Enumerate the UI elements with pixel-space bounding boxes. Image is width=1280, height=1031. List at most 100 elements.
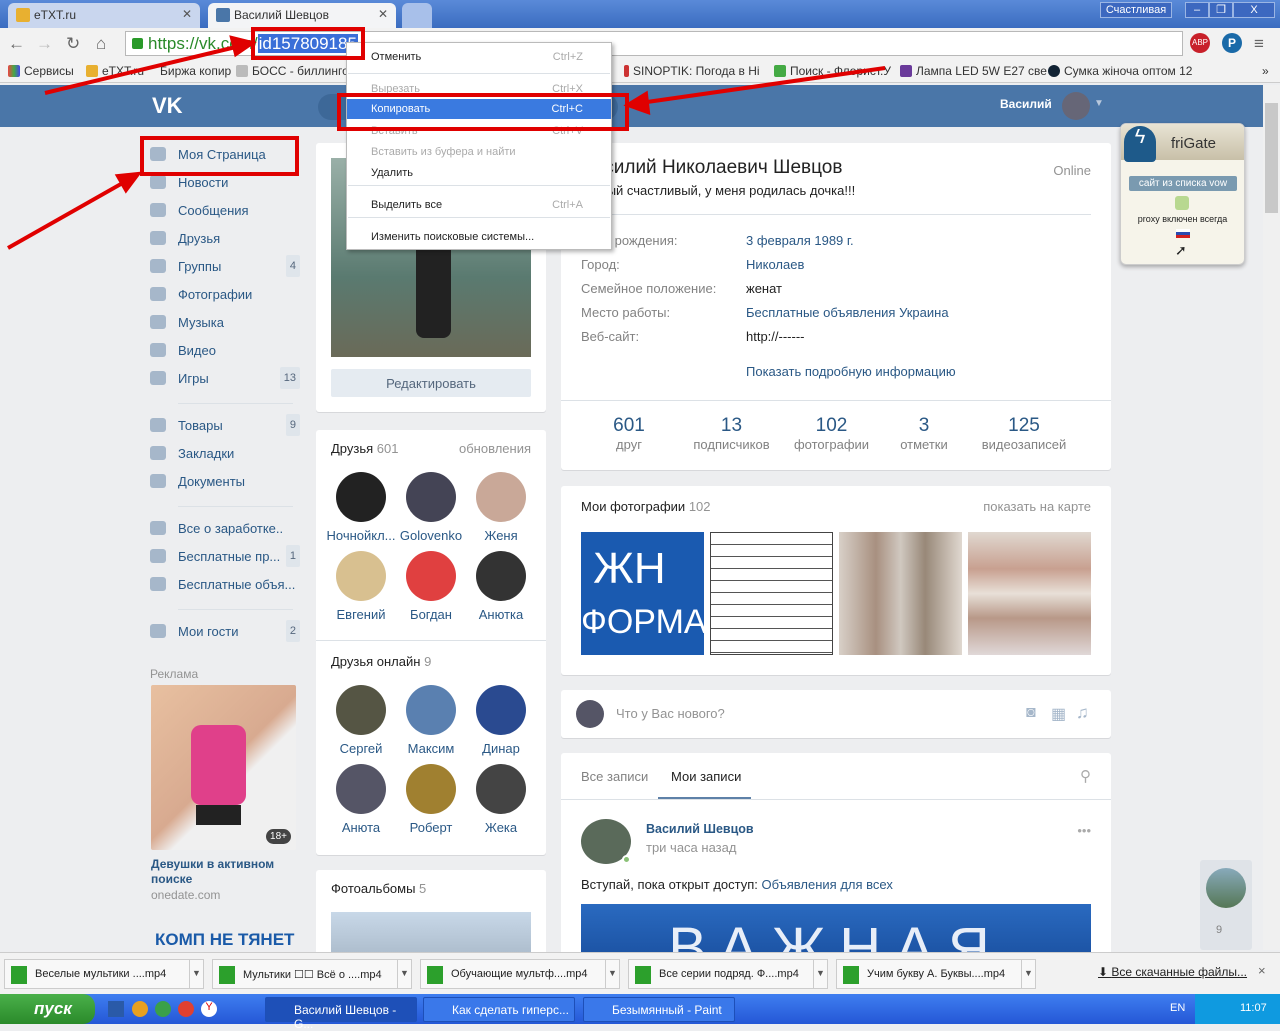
yandex-icon[interactable]: Y [201, 1001, 217, 1017]
friend-item[interactable]: Роберт [396, 764, 466, 835]
sidebar-item[interactable]: Бесплатные пр... 1 [150, 544, 300, 570]
friend-item[interactable]: Динар [466, 685, 536, 756]
stat-item[interactable]: 601 друг [574, 415, 684, 452]
friend-item[interactable]: Сергей [326, 685, 396, 756]
download-menu-chevron-icon[interactable]: ▼ [397, 960, 411, 988]
sidebar-item[interactable]: Закладки [150, 441, 300, 467]
field-value[interactable]: Бесплатные объявления Украина [746, 305, 949, 320]
post-time[interactable]: три часа назад [646, 840, 736, 855]
friend-avatar [476, 472, 526, 522]
friend-item[interactable]: Максим [396, 685, 466, 756]
show-on-map-link[interactable]: показать на карте [983, 499, 1091, 514]
stat-number: 125 [1008, 415, 1040, 436]
friend-name: Максим [407, 741, 455, 756]
sidebar-item[interactable]: Документы [150, 469, 300, 495]
tab-all-posts[interactable]: Все записи [581, 769, 648, 784]
download-item[interactable]: Веселые мультики ....mp4 ▼ [4, 959, 204, 989]
friends-card: Друзья 601 обновления Ночнойкл... Goloven… [316, 430, 546, 855]
friend-item[interactable]: Анютка [466, 551, 536, 622]
search-icon[interactable]: ⚲ [1080, 767, 1091, 785]
red-arrow [639, 66, 886, 105]
stat-item[interactable]: 13 подписчиков [684, 415, 779, 452]
profile-field-row: Веб-сайт: http://------ [581, 329, 1091, 353]
composer-input[interactable]: Что у Вас нового? [616, 706, 725, 721]
post-more-icon[interactable]: ••• [1077, 823, 1091, 838]
friend-item[interactable]: Евгений [326, 551, 396, 622]
download-menu-chevron-icon[interactable]: ▼ [1021, 960, 1035, 988]
ad-banner[interactable]: КОМП НЕ ТЯНЕТ [155, 930, 294, 950]
photo-thumb[interactable]: ЖН ФОРМА [581, 532, 704, 655]
friend-item[interactable]: Ночнойкл... [326, 472, 396, 543]
ad-title[interactable]: Девушки в активном поиске [151, 857, 301, 887]
photos-title[interactable]: Мои фотографии 102 [581, 499, 711, 514]
post-author[interactable]: Василий Шевцов [646, 822, 754, 836]
chrome-icon[interactable] [178, 1001, 194, 1017]
all-downloads-link[interactable]: ⬇ Все скачанные файлы... [1098, 965, 1247, 979]
friend-avatar [406, 685, 456, 735]
post-author-avatar[interactable] [581, 819, 631, 864]
quicklaunch-icon[interactable] [108, 1001, 124, 1017]
photo-thumb[interactable] [839, 532, 962, 655]
sidebar-item[interactable]: Музыка [150, 310, 300, 336]
stat-label: подписчиков [693, 437, 770, 452]
download-item[interactable]: Учим букву А. Буквы....mp4 ▼ [836, 959, 1036, 989]
language-indicator[interactable]: EN [1170, 1002, 1185, 1014]
quicklaunch-icon[interactable] [155, 1001, 171, 1017]
friends-title[interactable]: Друзья 601 [331, 441, 399, 456]
side-widget[interactable]: 9 [1200, 860, 1252, 950]
sidebar-item-label: Закладки [178, 446, 235, 461]
friend-item[interactable]: Богдан [396, 551, 466, 622]
show-more-info-link[interactable]: Показать подробную информацию [746, 364, 956, 379]
sidebar-item[interactable]: Игры 13 [150, 366, 300, 392]
sidebar-item[interactable]: Мои гости 2 [150, 619, 300, 645]
start-button[interactable]: пуск [0, 994, 95, 1024]
photo-thumb[interactable] [710, 532, 833, 655]
sidebar-item[interactable]: Товары 9 [150, 413, 300, 439]
download-item[interactable]: Обучающие мультф....mp4 ▼ [420, 959, 620, 989]
download-menu-chevron-icon[interactable]: ▼ [813, 960, 827, 988]
friend-item[interactable]: Golovenko [396, 472, 466, 543]
sidebar-item-label: Видео [178, 343, 216, 358]
camera-icon[interactable]: ◙ [1026, 704, 1036, 722]
sidebar-item[interactable]: Бесплатные объя... [150, 572, 300, 598]
wall-card: Все записи Мои записи ⚲ Василий Шевцов т… [561, 753, 1111, 963]
video-icon[interactable]: ▦ [1051, 704, 1066, 724]
download-menu-chevron-icon[interactable]: ▼ [605, 960, 619, 988]
download-item[interactable]: Все серии подряд. Ф....mp4 ▼ [628, 959, 828, 989]
taskbar-window[interactable]: Безымянный - Paint [583, 997, 735, 1022]
albums-card: Фотоальбомы 5 [316, 870, 546, 962]
download-filename: Учим букву А. Буквы....mp4 [867, 968, 1006, 980]
taskbar-window[interactable]: Как сделать гиперс... [423, 997, 575, 1022]
sidebar-item[interactable]: Все о заработке.. [150, 516, 300, 542]
taskbar-window[interactable]: Василий Шевцов - G... [265, 997, 417, 1031]
close-downloads-icon[interactable]: × [1258, 963, 1266, 978]
sidebar-count-badge: 9 [285, 414, 300, 436]
download-menu-chevron-icon[interactable]: ▼ [189, 960, 203, 988]
stat-item[interactable]: 3 отметки [884, 415, 964, 452]
online-friends-title[interactable]: Друзья онлайн 9 [331, 654, 431, 669]
download-filename: Все серии подряд. Ф....mp4 [659, 968, 799, 980]
quicklaunch-icon[interactable] [132, 1001, 148, 1017]
nav-icon [150, 446, 166, 460]
ad-image[interactable]: 18+ [151, 685, 296, 850]
stat-item[interactable]: 125 видеозаписей [964, 415, 1084, 452]
edit-profile-button[interactable]: Редактировать [331, 369, 531, 397]
friend-item[interactable]: Анюта [326, 764, 396, 835]
photo-thumb[interactable] [968, 532, 1091, 655]
stat-item[interactable]: 102 фотографии [779, 415, 884, 452]
music-icon[interactable]: ♫ [1076, 703, 1089, 723]
albums-title[interactable]: Фотоальбомы 5 [331, 881, 426, 896]
friend-name: Анютка [478, 607, 524, 622]
ad-domain[interactable]: onedate.com [151, 888, 220, 902]
divider [178, 506, 293, 507]
sidebar-item[interactable]: Видео [150, 338, 300, 364]
tab-my-posts[interactable]: Мои записи [671, 769, 741, 784]
friend-name: Евгений [336, 607, 386, 622]
post-link[interactable]: Объявления для всех [762, 877, 893, 892]
friend-item[interactable]: Женя [466, 472, 536, 543]
download-item[interactable]: Мультики ☐☐ Всё о ....mp4 ▼ [212, 959, 412, 989]
mp4-file-icon [427, 966, 443, 984]
friends-updates-link[interactable]: обновления [459, 441, 531, 456]
friend-item[interactable]: Жека [466, 764, 536, 835]
friend-name: Жека [484, 820, 518, 835]
